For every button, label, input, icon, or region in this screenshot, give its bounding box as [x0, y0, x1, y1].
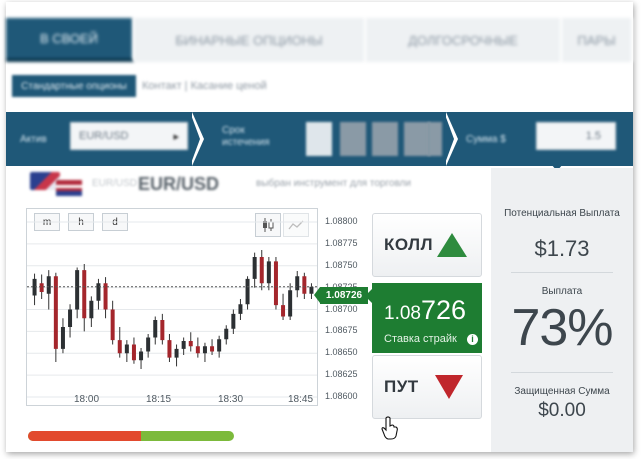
- y-tick-label: 1.08700: [325, 303, 358, 314]
- call-button[interactable]: КОЛЛ: [372, 213, 482, 277]
- payout-panel: Потенциальная Выплата $1.73 Выплата 73% …: [491, 168, 633, 452]
- candle: [195, 337, 200, 358]
- potential-payout-label: Потенциальная Выплата: [504, 208, 620, 219]
- candle: [252, 252, 257, 288]
- candle: [131, 337, 136, 364]
- x-tick-label: 18:15: [146, 394, 172, 405]
- divider: [511, 272, 613, 273]
- candle: [32, 273, 37, 306]
- candle: [309, 283, 314, 299]
- y-tick-label: 1.08775: [325, 237, 358, 248]
- candle: [53, 272, 58, 362]
- strike-label: Ставка страйк: [384, 333, 457, 345]
- strike-price-main: 1.08: [384, 303, 421, 324]
- y-tick-label: 1.08675: [325, 325, 358, 336]
- call-button-label: КОЛЛ: [384, 235, 434, 254]
- expiry-progress-fill: [28, 431, 142, 441]
- candle: [288, 283, 293, 320]
- candle: [224, 325, 229, 345]
- y-tick-label: 1.08800: [325, 216, 358, 226]
- x-tick-label: 18:00: [74, 394, 100, 405]
- strike-price: 1.08726: [384, 295, 466, 326]
- candle: [82, 264, 87, 332]
- candle: [60, 318, 65, 354]
- put-button[interactable]: ПУТ: [372, 355, 482, 419]
- candle: [238, 299, 243, 320]
- candle: [124, 340, 129, 362]
- protected-amount-label: Защищенная Сумма: [514, 386, 610, 397]
- candle: [46, 270, 51, 310]
- x-tick-label: 18:30: [218, 394, 244, 405]
- divider: [511, 372, 613, 373]
- candle: [160, 313, 165, 345]
- candle: [139, 348, 144, 369]
- y-tick-label: 1.08650: [325, 347, 358, 358]
- candle: [302, 272, 307, 299]
- potential-payout-value: $1.73: [534, 236, 590, 261]
- payout-label: Выплата: [541, 286, 583, 297]
- arrow-up-icon: [437, 233, 468, 257]
- arrow-down-icon: [434, 375, 463, 399]
- candle: [110, 300, 115, 345]
- candle: [146, 334, 151, 358]
- x-tick-label: 18:45: [288, 394, 314, 405]
- candle: [167, 334, 172, 362]
- candle: [96, 278, 101, 310]
- candle: [103, 277, 108, 319]
- y-tick-label: 1.08600: [325, 391, 358, 401]
- expiry-progress-bar: [28, 431, 234, 441]
- current-price-tag: 1.08726: [314, 287, 368, 304]
- put-button-label: ПУТ: [384, 377, 419, 396]
- candle: [153, 316, 158, 345]
- candle: [259, 250, 264, 291]
- protected-amount-value: $0.00: [538, 400, 586, 421]
- payout-percent: 73%: [511, 299, 613, 357]
- info-icon[interactable]: i: [467, 334, 478, 345]
- candle: [245, 276, 250, 310]
- strike-price-box: 1.08726 Ставка страйк i: [365, 283, 482, 353]
- strike-price-big: 726: [420, 295, 467, 325]
- y-tick-label: 1.08625: [325, 369, 358, 380]
- candle: [174, 344, 179, 367]
- candle: [273, 257, 278, 310]
- candle: [89, 296, 94, 327]
- candle: [231, 309, 236, 334]
- candle: [281, 293, 286, 320]
- candle: [295, 271, 300, 298]
- hand-cursor-icon: [381, 416, 398, 440]
- candle: [202, 342, 207, 362]
- candle: [75, 267, 80, 319]
- candle: [188, 332, 193, 352]
- candle: [181, 337, 186, 355]
- candle: [217, 335, 222, 358]
- candle: [210, 339, 215, 355]
- candle: [266, 257, 271, 291]
- y-tick-label: 1.08750: [325, 259, 358, 270]
